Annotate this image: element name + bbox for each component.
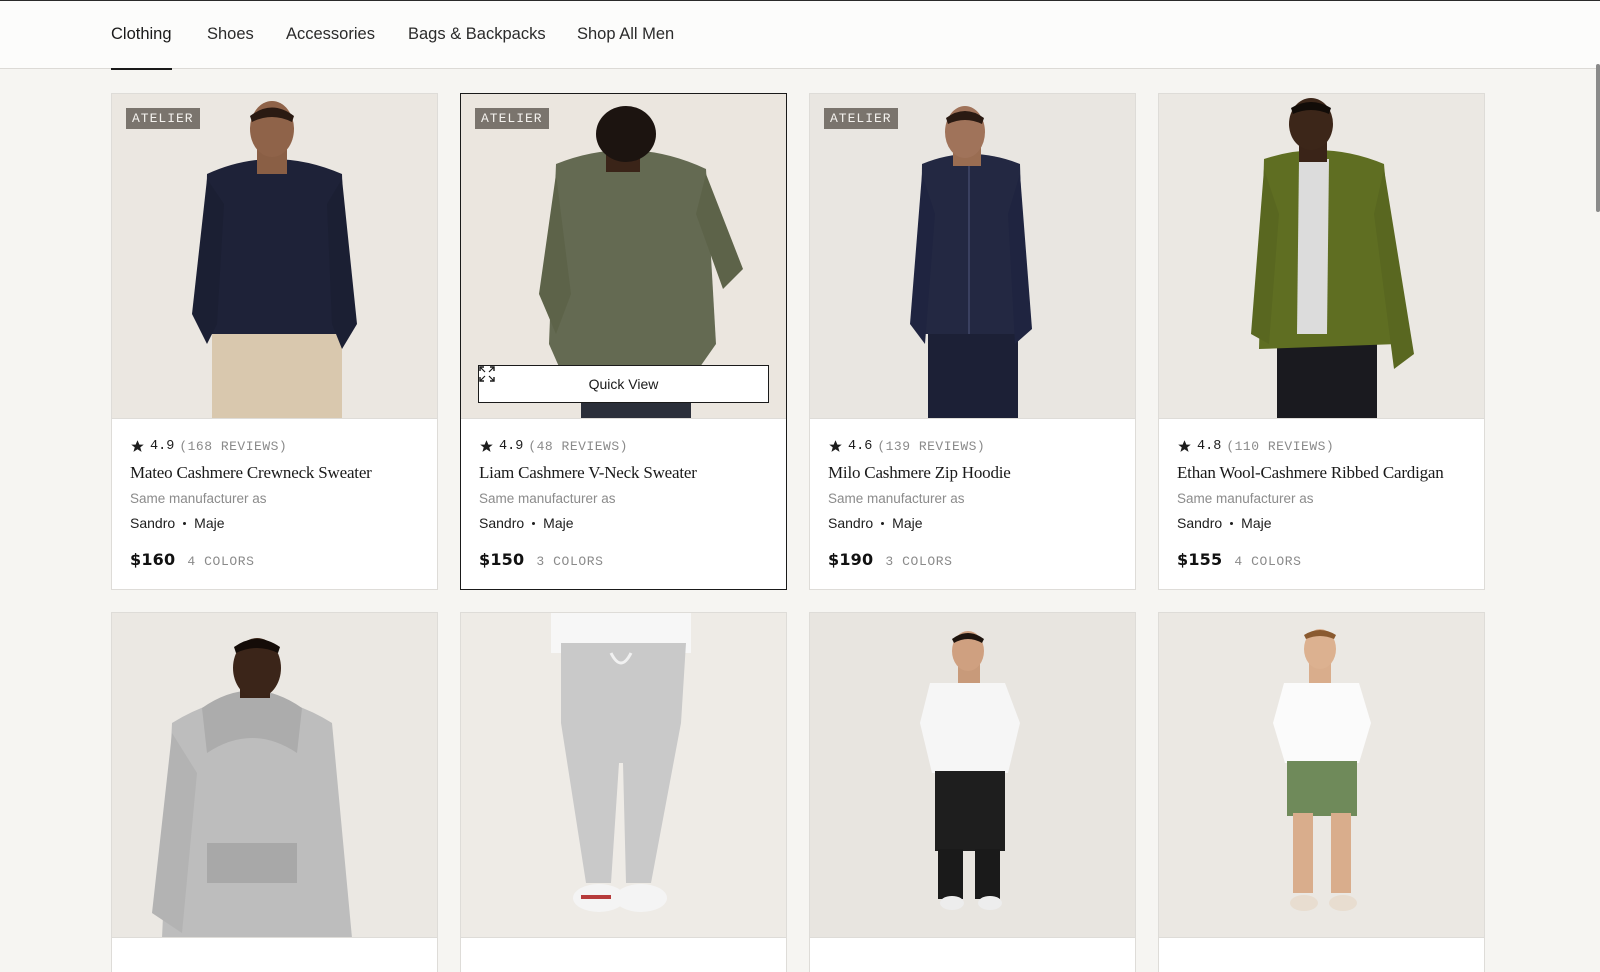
scrollbar[interactable] [1596,64,1600,212]
price: $190 [828,550,874,569]
manufacturer-note: Same manufacturer as [828,491,965,506]
model-photo-crewneck [112,94,437,418]
brand-sandro: Sandro [479,515,525,531]
model-photo-tshirt [810,613,1135,937]
price: $160 [130,550,176,569]
product-name[interactable]: Mateo Cashmere Crewneck Sweater [130,463,423,483]
brand-list: Sandro Maje [828,515,1121,531]
tab-shoes[interactable]: Shoes [207,1,254,69]
product-image[interactable] [1159,613,1484,938]
brand-maje: Maje [543,515,574,531]
quick-view-button[interactable]: Quick View [478,365,769,403]
rating-score: 4.8 [1197,438,1222,454]
tab-shop-all-men[interactable]: Shop All Men [577,1,674,69]
rating: 4.9 (168 REVIEWS) [130,438,423,454]
badge-atelier: ATELIER [824,108,898,129]
star-icon [480,439,493,452]
color-count[interactable]: 3 COLORS [536,554,603,569]
model-photo-sweatpants [461,613,786,937]
expand-icon [479,366,495,382]
review-count[interactable]: (139 REVIEWS) [877,439,985,454]
brand-list: Sandro Maje [479,515,772,531]
color-count[interactable]: 4 COLORS [187,554,254,569]
model-photo-zip-hoodie [810,94,1135,418]
price: $150 [479,550,525,569]
separator-dot [1230,521,1234,525]
manufacturer-note: Same manufacturer as [479,491,616,506]
rating-score: 4.6 [848,438,873,454]
tab-accessories[interactable]: Accessories [286,1,375,69]
price-row: $190 3 COLORS [828,550,1121,569]
tab-clothing[interactable]: Clothing [111,1,172,70]
price-row: $160 4 COLORS [130,550,423,569]
badge-atelier: ATELIER [475,108,549,129]
manufacturer-note: Same manufacturer as [130,491,267,506]
price-row: $155 4 COLORS [1177,550,1470,569]
rating-score: 4.9 [499,438,524,454]
product-image[interactable] [112,613,437,938]
separator-dot [532,521,536,525]
product-info: 4.6 (139 REVIEWS) Milo Cashmere Zip Hood… [828,438,1121,570]
product-card-liam[interactable]: ATELIER Quick View 4.9 (48 REVIEWS) Liam… [460,93,787,590]
separator-dot [183,521,187,525]
product-info: 4.8 (110 REVIEWS) Ethan Wool-Cashmere Ri… [1177,438,1470,570]
product-name[interactable]: Liam Cashmere V-Neck Sweater [479,463,772,483]
brand-sandro: Sandro [1177,515,1223,531]
product-card-tee[interactable] [809,612,1136,972]
product-image[interactable]: ATELIER [112,94,437,419]
badge-atelier: ATELIER [126,108,200,129]
brand-maje: Maje [194,515,225,531]
brand-sandro: Sandro [828,515,874,531]
product-image[interactable]: ATELIER Quick View [461,94,786,419]
model-photo-cardigan [1159,94,1484,418]
product-image[interactable] [1159,94,1484,419]
star-icon [829,439,842,452]
brand-sandro: Sandro [130,515,176,531]
model-photo-shorts [1159,613,1484,937]
product-card-mateo[interactable]: ATELIER 4.9 (168 REVIEWS) Mateo Cashmere… [111,93,438,590]
quick-view-label: Quick View [588,376,659,392]
brand-list: Sandro Maje [130,515,423,531]
price: $155 [1177,550,1223,569]
brand-maje: Maje [892,515,923,531]
model-photo-pullover-hoodie [112,613,437,937]
product-card-shorts[interactable] [1158,612,1485,972]
product-name[interactable]: Ethan Wool-Cashmere Ribbed Cardigan [1177,463,1470,483]
price-row: $150 3 COLORS [479,550,772,569]
product-card-hoodie[interactable] [111,612,438,972]
separator-dot [881,521,885,525]
category-nav: Clothing Shoes Accessories Bags & Backpa… [0,1,1600,70]
product-name[interactable]: Milo Cashmere Zip Hoodie [828,463,1121,483]
product-card-ethan[interactable]: 4.8 (110 REVIEWS) Ethan Wool-Cashmere Ri… [1158,93,1485,590]
product-info: 4.9 (48 REVIEWS) Liam Cashmere V-Neck Sw… [479,438,772,570]
product-card-milo[interactable]: ATELIER 4.6 (139 REVIEWS) Milo Cashmere … [809,93,1136,590]
brand-maje: Maje [1241,515,1272,531]
rating: 4.6 (139 REVIEWS) [828,438,1121,454]
color-count[interactable]: 3 COLORS [885,554,952,569]
review-count[interactable]: (168 REVIEWS) [179,439,287,454]
product-image[interactable] [461,613,786,938]
star-icon [1178,439,1191,452]
product-image[interactable] [810,613,1135,938]
color-count[interactable]: 4 COLORS [1234,554,1301,569]
product-card-joggers[interactable] [460,612,787,972]
review-count[interactable]: (110 REVIEWS) [1226,439,1334,454]
rating: 4.8 (110 REVIEWS) [1177,438,1470,454]
product-info: 4.9 (168 REVIEWS) Mateo Cashmere Crewnec… [130,438,423,570]
rating: 4.9 (48 REVIEWS) [479,438,772,454]
star-icon [131,439,144,452]
manufacturer-note: Same manufacturer as [1177,491,1314,506]
tab-bags-backpacks[interactable]: Bags & Backpacks [408,1,546,69]
review-count[interactable]: (48 REVIEWS) [528,439,628,454]
brand-list: Sandro Maje [1177,515,1470,531]
product-image[interactable]: ATELIER [810,94,1135,419]
rating-score: 4.9 [150,438,175,454]
